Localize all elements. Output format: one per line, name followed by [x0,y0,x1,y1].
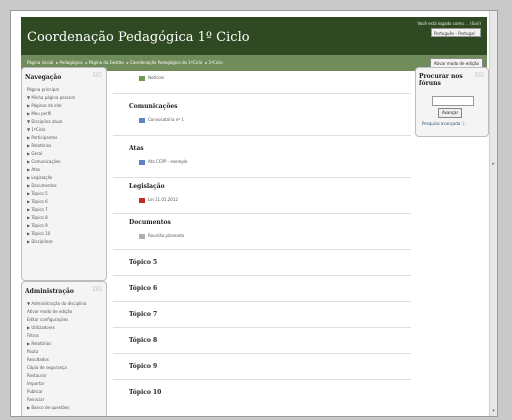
nav-item[interactable]: ▶ Participantes [27,134,75,142]
nav-item[interactable]: ▶ Tópico 9 [27,222,75,230]
admin-item[interactable]: Filtros [27,332,86,340]
section-heading: Tópico 5 [129,259,158,266]
admin-item[interactable]: ▶ Banco de questões [27,404,86,412]
nav-item[interactable]: ▶ Páginas do site [27,102,75,110]
section-documentos: Documentos Reunião planeada [113,215,411,250]
nav-item[interactable]: ▶ Atas [27,166,75,174]
section-topic: Tópico 6 [113,277,411,302]
nav-item[interactable]: ▶ Tópico 6 [27,198,75,206]
administration-block-title: Administração [25,288,74,295]
nav-item[interactable]: ▶ Tópico 8 [27,214,75,222]
section-topic: Tópico 9 [113,355,411,380]
nav-item[interactable]: ▼ 1ºCiclo [27,126,75,134]
section-comunicacoes: Comunicações Convocatória nº 1 [113,95,411,136]
navigation-tree: Página principal ▼ Minha página pessoal … [27,86,75,246]
admin-item[interactable]: Cópia de segurança [27,364,86,372]
nav-item[interactable]: ▶ Tópico 7 [27,206,75,214]
page-icon [139,117,145,123]
admin-item[interactable]: Resultados [27,356,86,364]
advanced-search-link[interactable]: Pesquisa avançada ⓘ [422,121,466,127]
administration-tree: ▼ Administração da disciplina Ativar mod… [27,300,86,412]
activity-link[interactable]: Notícias [139,75,164,81]
section-heading: Tópico 10 [129,389,162,396]
block-controls-icon[interactable]: ◫◫ [475,72,484,78]
admin-item[interactable]: Reiniciar [27,396,86,404]
nav-item[interactable]: ▼ Minha página pessoal [27,94,75,102]
nav-item[interactable]: ▶ Tópico 5 [27,190,75,198]
site-title: Coordenação Pedagógica 1º Ciclo [27,30,250,45]
pdf-icon [139,197,145,203]
scroll-right-arrow-icon[interactable]: ▸ [491,161,496,167]
navigation-block-title: Navegação [25,74,62,81]
nav-item[interactable]: ▶ Documentos [27,182,75,190]
search-submit-button[interactable]: Avançar [438,108,463,118]
vertical-scrollbar[interactable]: ▸ ▾ [489,11,497,416]
section-topic: Tópico 7 [113,303,411,328]
section-heading: Tópico 8 [129,337,158,344]
admin-item[interactable]: ▼ Administração da disciplina [27,300,86,308]
section-heading: Tópico 9 [129,363,158,370]
activity-link[interactable]: Lei 11.01.2012 [139,197,178,203]
nav-item[interactable]: ▼ Disciplina atual [27,118,75,126]
scroll-down-arrow-icon[interactable]: ▾ [491,408,496,414]
nav-item[interactable]: ▶ Relatórios [27,142,75,150]
section-atas: Atas Ata CCPP - exemplo [113,137,411,178]
nav-item[interactable]: ▶ Meu perfil [27,110,75,118]
section-heading: Tópico 7 [129,311,158,318]
admin-item[interactable]: Ativar modo de edição [27,308,86,316]
section-heading: Comunicações [129,103,178,110]
login-info[interactable]: Você está logado como ... (Sair) [417,21,481,26]
breadcrumb-item[interactable]: 1ºCiclo [209,60,223,65]
section-topic: Tópico 8 [113,329,411,354]
admin-item[interactable]: Editar configurações [27,316,86,324]
section-heading: Atas [129,145,144,152]
forum-icon [139,75,145,81]
admin-item[interactable]: Pauta [27,348,86,356]
search-input[interactable] [432,96,474,106]
admin-item[interactable]: Restaurar [27,372,86,380]
block-controls-icon[interactable]: ◫◫ [93,72,102,78]
nav-item[interactable]: ▶ Geral [27,150,75,158]
navigation-block: Navegação ◫◫ Página principal ▼ Minha pá… [21,67,107,281]
breadcrumb-item[interactable]: Página da Gestão [89,60,124,65]
breadcrumb-item[interactable]: Coordenação Pedagógica do 1ºCiclo [130,60,202,65]
search-forums-block: Procurar nos fóruns ◫◫ Avançar Pesquisa … [415,67,489,137]
nav-item[interactable]: ▶ Legislação [27,174,75,182]
activity-link[interactable]: Ata CCPP - exemplo [139,159,187,165]
admin-item[interactable]: Importar [27,380,86,388]
admin-item[interactable]: ▶ Utilizadores [27,324,86,332]
nav-item[interactable]: ▶ Comunicações [27,158,75,166]
document-icon [139,233,145,239]
admin-item[interactable]: ▶ Relatórios [27,340,86,348]
search-forums-title: Procurar nos fóruns [419,73,463,87]
breadcrumb-item[interactable]: Pedagógica [60,60,83,65]
nav-item[interactable]: ▶ Disciplinas [27,238,75,246]
activity-link[interactable]: Convocatória nº 1 [139,117,184,123]
activity-link[interactable]: Reunião planeada [139,233,184,239]
section-topic: Tópico 5 [113,251,411,276]
breadcrumb-item[interactable]: Página inicial [27,60,53,65]
page-icon [139,159,145,165]
section-general: Notícias [113,69,411,94]
nav-item[interactable]: Página principal [27,86,75,94]
section-legislacao: Legislação Lei 11.01.2012 [113,179,411,214]
browser-window: Coordenação Pedagógica 1º Ciclo Você est… [10,10,498,417]
block-controls-icon[interactable]: ◫◫ [93,286,102,292]
section-heading: Documentos [129,219,171,226]
administration-block: Administração ◫◫ ▼ Administração da disc… [21,281,107,416]
admin-item[interactable]: Publicar [27,388,86,396]
breadcrumb: Página inicial ▸ Pedagógica ▸ Página da Ge… [27,60,223,65]
section-heading: Tópico 6 [129,285,158,292]
language-select[interactable]: Português - Portugal (pt) [431,28,481,45]
section-heading: Legislação [129,183,165,190]
nav-item[interactable]: ▶ Tópico 10 [27,230,75,238]
section-topic: Tópico 10 [113,381,411,405]
